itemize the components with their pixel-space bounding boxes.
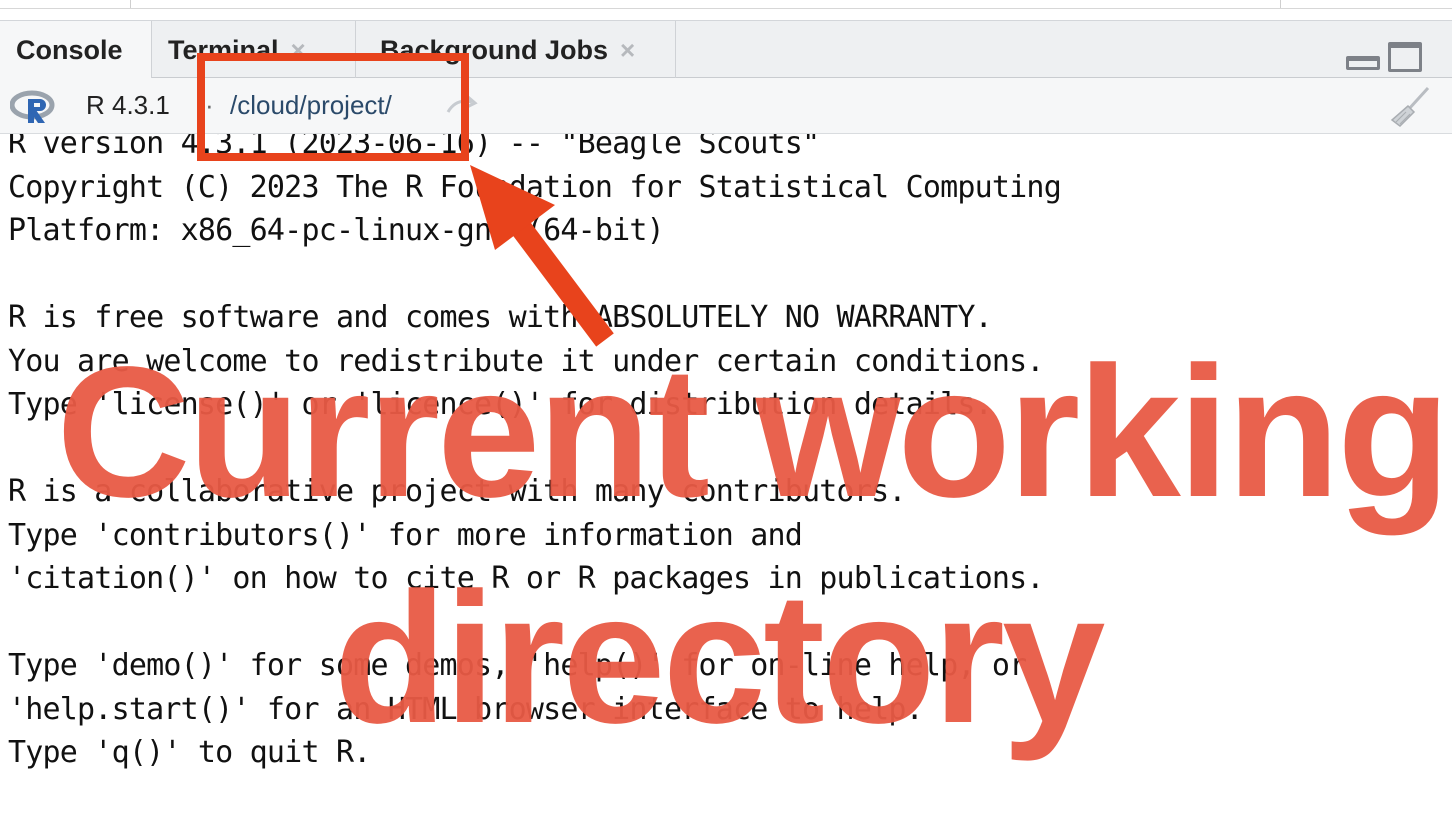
console-text: R version 4.3.1 (2023-06-16) -- "Beagle … (8, 134, 1062, 775)
console-line: Copyright (C) 2023 The R Foundation for … (8, 169, 1062, 205)
console-output[interactable]: R version 4.3.1 (2023-06-16) -- "Beagle … (0, 134, 1452, 813)
console-line: Type 'license()' or 'licence()' for dist… (8, 387, 993, 422)
top-strip (0, 0, 1452, 9)
console-line: Type 'q()' to quit R. (8, 735, 371, 770)
console-line: R is a collaborative project with many c… (8, 474, 906, 509)
console-line: Type 'demo()' for some demos, 'help()' f… (8, 648, 1027, 683)
console-line: 'help.start()' for an HTML browser inter… (8, 691, 924, 727)
tab-console[interactable]: Console (0, 21, 152, 80)
console-line: R version 4.3.1 (2023-06-16) -- "Beagle … (8, 134, 820, 161)
tab-console-label: Console (16, 35, 123, 65)
minimize-icon[interactable] (1346, 56, 1380, 70)
console-line: You are welcome to redistribute it under… (8, 343, 1045, 379)
r-version: R 4.3.1 (86, 90, 170, 120)
tab-background-jobs-label: Background Jobs (380, 34, 609, 65)
pane-tab-bar: Console Terminal × Background Jobs × (0, 20, 1452, 80)
maximize-icon[interactable] (1388, 42, 1422, 72)
console-line: Type 'contributors()' for more informati… (8, 517, 803, 553)
tab-terminal[interactable]: Terminal × (152, 21, 356, 79)
working-directory-path[interactable]: /cloud/project/ (230, 90, 392, 121)
r-logo-icon (10, 90, 55, 123)
broom-icon[interactable] (1384, 86, 1434, 128)
close-icon[interactable]: × (620, 35, 635, 66)
divider (1280, 0, 1281, 8)
separator: · (205, 90, 214, 120)
console-line: 'citation()' on how to cite R or R packa… (8, 561, 1045, 596)
goto-directory-icon[interactable] (444, 94, 478, 118)
window-buttons (1346, 42, 1422, 72)
console-line: Platform: x86_64-pc-linux-gnu (64-bit) (8, 213, 665, 248)
tab-background-jobs[interactable]: Background Jobs × (356, 21, 676, 79)
tab-terminal-label: Terminal (168, 34, 279, 65)
close-icon[interactable]: × (291, 35, 306, 66)
console-path-bar: R 4.3.1 · /cloud/project/ (0, 78, 1452, 134)
console-line: R is free software and comes with ABSOLU… (8, 300, 993, 335)
divider (130, 0, 131, 8)
